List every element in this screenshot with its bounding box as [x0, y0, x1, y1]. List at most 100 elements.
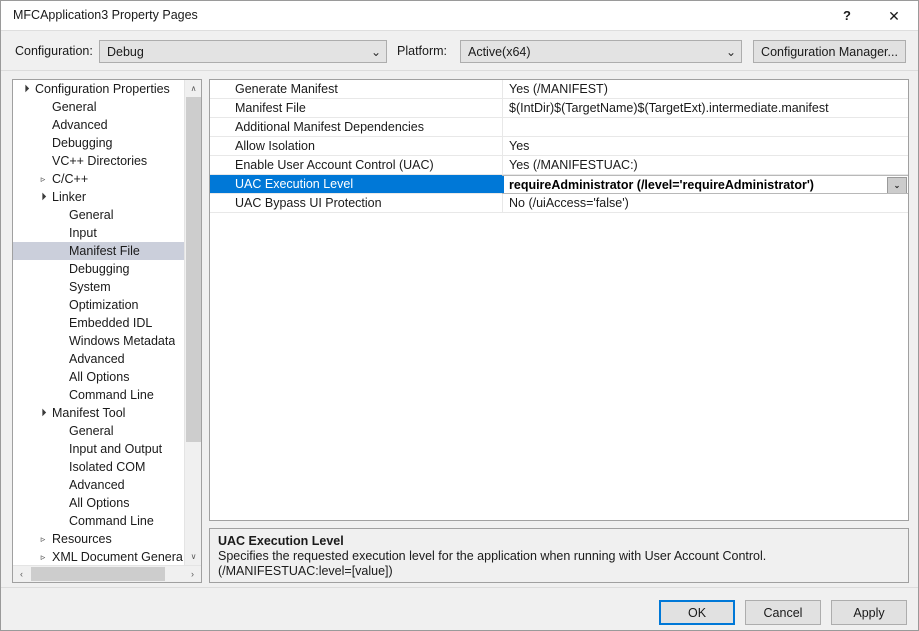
tree-item-label: Debugging [52, 136, 113, 150]
tree-item-input-and-output[interactable]: Input and Output [13, 440, 185, 458]
tree-item-xml-document-genera[interactable]: ▹ XML Document Genera [13, 548, 185, 565]
tree-item-embedded-idl[interactable]: Embedded IDL [13, 314, 185, 332]
property-value[interactable]: requireAdministrator (/level='requireAdm… [502, 175, 908, 194]
property-value[interactable]: No (/uiAccess='false') [502, 194, 908, 212]
tree-item-label: All Options [69, 496, 130, 510]
tree-item-debugging[interactable]: Debugging [13, 260, 185, 278]
configuration-value: Debug [107, 44, 144, 59]
description-title: UAC Execution Level [218, 534, 344, 548]
cancel-button[interactable]: Cancel [745, 600, 821, 625]
chevron-down-icon: ⌄ [370, 44, 382, 59]
tree-item-advanced[interactable]: Advanced [13, 350, 185, 368]
property-pages-dialog: MFCApplication3 Property Pages ? ✕ Confi… [0, 0, 919, 631]
description-line-2: (/MANIFESTUAC:level=[value]) [218, 564, 393, 578]
property-row[interactable]: UAC Execution Level requireAdministrator … [210, 175, 908, 194]
tree-item-label: Command Line [69, 514, 154, 528]
tree-item-advanced[interactable]: Advanced [13, 116, 185, 134]
tree-item-manifest-tool[interactable]: ◢ Manifest Tool [13, 404, 185, 422]
scroll-left-icon[interactable]: ‹ [13, 566, 30, 582]
expander-collapsed-icon[interactable]: ▹ [36, 170, 50, 188]
tree-item-all-options[interactable]: All Options [13, 494, 185, 512]
property-value-dropdown-button[interactable]: ⌄ [887, 177, 907, 193]
tree-item-windows-metadata[interactable]: Windows Metadata [13, 332, 185, 350]
description-text: Specifies the requested execution level … [218, 549, 900, 579]
property-name: Enable User Account Control (UAC) [235, 158, 434, 172]
tree-item-vc-directories[interactable]: VC++ Directories [13, 152, 185, 170]
tree-item-label: Manifest Tool [52, 406, 126, 420]
tree-item-configuration-properties[interactable]: ◢ Configuration Properties [13, 80, 185, 98]
tree-item-input[interactable]: Input [13, 224, 185, 242]
expander-expanded-icon[interactable]: ◢ [32, 186, 55, 209]
configuration-dropdown[interactable]: Debug ⌄ [99, 40, 387, 63]
scroll-up-icon[interactable]: ∧ [185, 80, 201, 97]
tree-item-label: Advanced [69, 478, 125, 492]
tree-item-label: General [69, 424, 114, 438]
help-button[interactable]: ? [825, 1, 869, 30]
property-value[interactable]: Yes (/MANIFEST) [502, 80, 908, 98]
tree-item-c-c[interactable]: ▹ C/C++ [13, 170, 185, 188]
property-value[interactable]: Yes (/MANIFESTUAC:) [502, 156, 908, 174]
tree-item-isolated-com[interactable]: Isolated COM [13, 458, 185, 476]
question-mark-icon: ? [843, 8, 851, 23]
property-value[interactable] [502, 118, 908, 136]
chevron-down-icon: ⌄ [725, 44, 737, 59]
tree-item-label: Advanced [52, 118, 108, 132]
tree-item-resources[interactable]: ▹ Resources [13, 530, 185, 548]
property-row[interactable]: Additional Manifest Dependencies [210, 118, 908, 137]
tree-item-debugging[interactable]: Debugging [13, 134, 185, 152]
property-value[interactable]: $(IntDir)$(TargetName)$(TargetExt).inter… [502, 99, 908, 117]
property-row[interactable]: Generate Manifest Yes (/MANIFEST) [210, 80, 908, 99]
tree-item-command-line[interactable]: Command Line [13, 386, 185, 404]
tree-item-label: XML Document Genera [52, 550, 183, 564]
tree-item-system[interactable]: System [13, 278, 185, 296]
property-row[interactable]: UAC Bypass UI Protection No (/uiAccess='f… [210, 194, 908, 213]
tree-item-linker[interactable]: ◢ Linker [13, 188, 185, 206]
tree-item-general[interactable]: General [13, 422, 185, 440]
tree-item-optimization[interactable]: Optimization [13, 296, 185, 314]
tree-item-label: Manifest File [69, 244, 140, 258]
property-grid[interactable]: Generate Manifest Yes (/MANIFEST) Manifest… [209, 79, 909, 521]
property-row[interactable]: Allow Isolation Yes [210, 137, 908, 156]
tree-item-general[interactable]: General [13, 98, 185, 116]
tree-item-label: Linker [52, 190, 87, 204]
tree-item-advanced[interactable]: Advanced [13, 476, 185, 494]
expander-collapsed-icon[interactable]: ▹ [36, 548, 50, 565]
window-title: MFCApplication3 Property Pages [13, 8, 198, 22]
property-value[interactable]: Yes [502, 137, 908, 155]
apply-button[interactable]: Apply [831, 600, 907, 625]
tree-item-label: Isolated COM [69, 460, 146, 474]
properties-tree[interactable]: ◢ Configuration Properties General Advanced… [13, 80, 185, 565]
tree-item-label: Input [69, 226, 97, 240]
scroll-down-icon[interactable]: ∨ [185, 548, 201, 565]
close-icon: ✕ [888, 7, 900, 24]
tree-vertical-scroll-thumb[interactable] [186, 97, 201, 442]
tree-horizontal-scrollbar[interactable]: ‹ › [13, 565, 201, 582]
close-button[interactable]: ✕ [872, 1, 916, 30]
tree-item-command-line[interactable]: Command Line [13, 512, 185, 530]
configuration-manager-button[interactable]: Configuration Manager... [753, 40, 906, 63]
scroll-right-icon[interactable]: › [184, 566, 201, 582]
platform-label: Platform: [397, 44, 448, 58]
tree-item-label: General [52, 100, 97, 114]
tree-item-label: VC++ Directories [52, 154, 148, 168]
tree-item-label: All Options [69, 370, 130, 384]
title-bar: MFCApplication3 Property Pages ? ✕ [1, 1, 918, 31]
tree-item-label: Input and Output [69, 442, 163, 456]
tree-item-label: Windows Metadata [69, 334, 176, 348]
tree-horizontal-scroll-thumb[interactable] [31, 567, 165, 581]
tree-item-label: Embedded IDL [69, 316, 153, 330]
ok-button[interactable]: OK [659, 600, 735, 625]
dialog-footer: OK Cancel Apply [1, 587, 918, 630]
platform-dropdown[interactable]: Active(x64) ⌄ [460, 40, 742, 63]
configuration-label: Configuration: [15, 44, 93, 58]
tree-item-manifest-file[interactable]: Manifest File [13, 242, 185, 260]
tree-vertical-scrollbar[interactable]: ∧ ∨ [184, 80, 201, 565]
expander-collapsed-icon[interactable]: ▹ [36, 530, 50, 548]
property-row[interactable]: Manifest File $(IntDir)$(TargetName)$(Tar… [210, 99, 908, 118]
expander-expanded-icon[interactable]: ◢ [32, 402, 55, 425]
property-name: Generate Manifest [235, 82, 338, 96]
property-row[interactable]: Enable User Account Control (UAC) Yes (/M… [210, 156, 908, 175]
property-name: Additional Manifest Dependencies [235, 120, 425, 134]
tree-item-general[interactable]: General [13, 206, 185, 224]
tree-item-all-options[interactable]: All Options [13, 368, 185, 386]
